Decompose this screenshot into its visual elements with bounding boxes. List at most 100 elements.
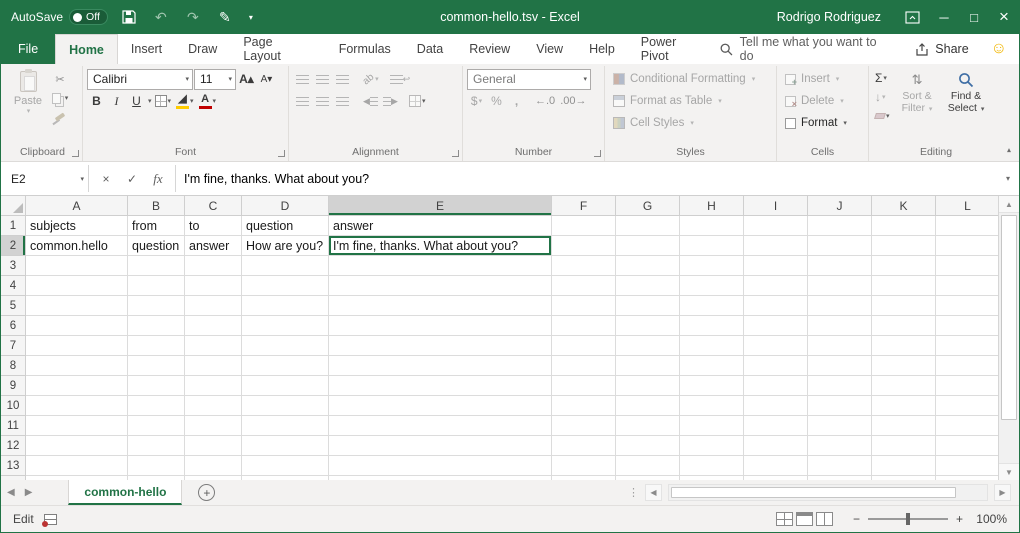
cell-A4[interactable] [26, 276, 128, 296]
cell-B7[interactable] [128, 336, 185, 356]
cell-C12[interactable] [185, 436, 242, 456]
cell-A5[interactable] [26, 296, 128, 316]
formula-input[interactable]: I'm fine, thanks. What about you? [176, 165, 997, 192]
cell-C10[interactable] [185, 396, 242, 416]
cell-C13[interactable] [185, 456, 242, 476]
cell-G10[interactable] [616, 396, 680, 416]
cell-C7[interactable] [185, 336, 242, 356]
cell-G13[interactable] [616, 456, 680, 476]
underline-button[interactable]: U [127, 91, 146, 111]
cell-H9[interactable] [680, 376, 744, 396]
col-header-D[interactable]: D [242, 196, 329, 216]
row-header-11[interactable]: 11 [1, 416, 26, 436]
font-dialog-launcher-icon[interactable] [278, 150, 285, 157]
scroll-up-icon[interactable]: ▲ [999, 196, 1019, 213]
cell-A7[interactable] [26, 336, 128, 356]
delete-cells-button[interactable]: Delete ▾ [781, 90, 864, 112]
col-header-K[interactable]: K [872, 196, 936, 216]
ribbon-tab-draw[interactable]: Draw [175, 34, 230, 64]
italic-button[interactable]: I [107, 91, 126, 111]
customize-quick-access-icon[interactable]: ▾ [246, 6, 256, 28]
cell-K2[interactable] [872, 236, 936, 256]
minimize-button[interactable]: ─ [929, 0, 959, 34]
cell-G12[interactable] [616, 436, 680, 456]
cell-A1[interactable]: subjects [26, 216, 128, 236]
ribbon-tab-review[interactable]: Review [456, 34, 523, 64]
share-button[interactable]: Share [915, 42, 968, 56]
middle-align-button[interactable] [313, 69, 332, 89]
row-header-7[interactable]: 7 [1, 336, 26, 356]
cell-J1[interactable] [808, 216, 872, 236]
cell-G5[interactable] [616, 296, 680, 316]
zoom-track[interactable] [868, 518, 948, 520]
sort-filter-button[interactable]: ⇅ Sort & Filter ▾ [894, 68, 941, 145]
col-header-H[interactable]: H [680, 196, 744, 216]
cell-L8[interactable] [936, 356, 998, 376]
clipboard-dialog-launcher-icon[interactable] [72, 150, 79, 157]
bold-button[interactable]: B [87, 91, 106, 111]
cell-H2[interactable] [680, 236, 744, 256]
cell-B1[interactable]: from [128, 216, 185, 236]
cell-F5[interactable] [552, 296, 616, 316]
cell-K4[interactable] [872, 276, 936, 296]
bottom-align-button[interactable] [333, 69, 352, 89]
format-as-table-button[interactable]: Format as Table ▾ [609, 90, 772, 112]
cell-K9[interactable] [872, 376, 936, 396]
horizontal-scroll-thumb[interactable] [671, 487, 956, 498]
col-header-C[interactable]: C [185, 196, 242, 216]
ribbon-tab-file[interactable]: File [1, 34, 55, 64]
ribbon-tab-help[interactable]: Help [576, 34, 628, 64]
cell-E6[interactable] [329, 316, 552, 336]
fill-color-button[interactable]: ◢ ▾ [174, 91, 196, 111]
redo-icon[interactable]: ↷ [182, 6, 204, 28]
ribbon-tab-power-pivot[interactable]: Power Pivot [628, 34, 720, 64]
name-box[interactable]: E2 ▾ [1, 165, 89, 192]
vertical-scrollbar[interactable]: ▲ ▼ [998, 196, 1019, 480]
cell-B2[interactable]: question [128, 236, 185, 256]
cell-E10[interactable] [329, 396, 552, 416]
cell-E1[interactable]: answer [329, 216, 552, 236]
col-header-L[interactable]: L [936, 196, 998, 216]
cell-G1[interactable] [616, 216, 680, 236]
cell-J11[interactable] [808, 416, 872, 436]
borders-button[interactable]: ▾ [153, 91, 174, 111]
cell-J13[interactable] [808, 456, 872, 476]
cell-I5[interactable] [744, 296, 808, 316]
cell-K3[interactable] [872, 256, 936, 276]
cell-C4[interactable] [185, 276, 242, 296]
new-sheet-button[interactable]: + [198, 484, 215, 501]
feedback-smiley-icon[interactable]: ☺ [991, 41, 1007, 57]
cell-A11[interactable] [26, 416, 128, 436]
cell-E7[interactable] [329, 336, 552, 356]
cell-F7[interactable] [552, 336, 616, 356]
cell-C9[interactable] [185, 376, 242, 396]
cell-D1[interactable]: question [242, 216, 329, 236]
orientation-button[interactable]: ab▾ [361, 69, 381, 89]
cell-E4[interactable] [329, 276, 552, 296]
align-center-button[interactable] [313, 91, 332, 111]
font-name-combo[interactable]: Calibri ▾ [87, 69, 193, 90]
cell-F1[interactable] [552, 216, 616, 236]
col-header-E[interactable]: E [329, 196, 552, 216]
cell-H3[interactable] [680, 256, 744, 276]
sheet-tab-common-hello[interactable]: common-hello [68, 480, 182, 505]
row-header-6[interactable]: 6 [1, 316, 26, 336]
cell-L1[interactable] [936, 216, 998, 236]
alignment-dialog-launcher-icon[interactable] [452, 150, 459, 157]
cell-A10[interactable] [26, 396, 128, 416]
undo-icon[interactable]: ↶ [150, 6, 172, 28]
tab-splitter-handle[interactable]: ⋮ [628, 486, 639, 499]
row-header-4[interactable]: 4 [1, 276, 26, 296]
cell-I4[interactable] [744, 276, 808, 296]
cell-G7[interactable] [616, 336, 680, 356]
cell-L12[interactable] [936, 436, 998, 456]
vertical-scroll-thumb[interactable] [1001, 215, 1017, 420]
cell-J4[interactable] [808, 276, 872, 296]
cell-J2[interactable] [808, 236, 872, 256]
ribbon-tab-insert[interactable]: Insert [118, 34, 175, 64]
ribbon-display-options-icon[interactable] [895, 0, 929, 34]
cell-I10[interactable] [744, 396, 808, 416]
cell-styles-button[interactable]: Cell Styles ▾ [609, 112, 772, 134]
ribbon-tab-home[interactable]: Home [55, 34, 118, 64]
cell-E3[interactable] [329, 256, 552, 276]
